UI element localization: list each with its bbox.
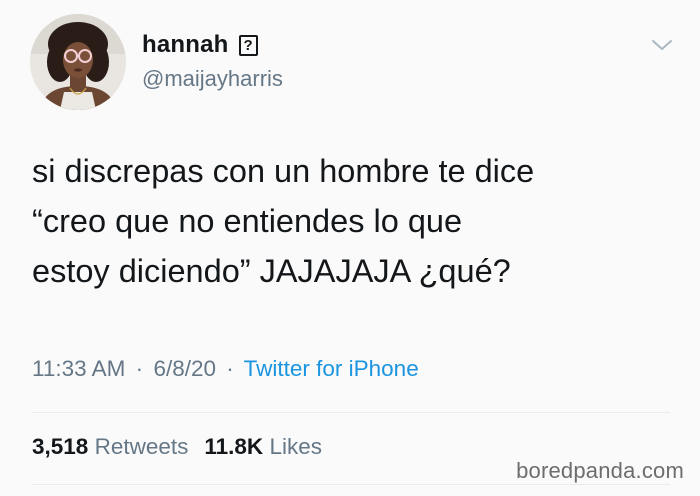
retweets-label: Retweets xyxy=(94,434,189,459)
unknown-emoji-icon: ? xyxy=(238,34,258,56)
divider xyxy=(32,484,670,485)
likes-stat[interactable]: 11.8K Likes xyxy=(204,434,322,459)
avatar[interactable] xyxy=(30,14,126,110)
tweet-source-link[interactable]: Twitter for iPhone xyxy=(244,356,419,381)
tweet-stats: 3,518 Retweets 11.8K Likes xyxy=(32,434,322,460)
likes-label: Likes xyxy=(269,434,322,459)
tweet-date[interactable]: 6/8/20 xyxy=(153,356,216,381)
retweets-count: 3,518 xyxy=(32,434,89,459)
user-name-row[interactable]: hannah ? xyxy=(142,30,258,60)
tweet-meta: 11:33 AM · 6/8/20 · Twitter for iPhone xyxy=(32,356,419,382)
retweets-stat[interactable]: 3,518 Retweets xyxy=(32,434,188,459)
watermark: boredpanda.com xyxy=(516,458,684,483)
meta-separator: · xyxy=(226,356,234,381)
user-handle[interactable]: @maijayharris xyxy=(142,66,283,92)
likes-count: 11.8K xyxy=(204,434,264,459)
tweet-time[interactable]: 11:33 AM xyxy=(32,356,125,381)
tweet-card: hannah ? @maijayharris si discrepas con … xyxy=(0,0,700,496)
display-name[interactable]: hannah xyxy=(142,31,229,59)
chevron-down-icon[interactable] xyxy=(650,36,674,54)
meta-separator: · xyxy=(135,356,144,381)
divider xyxy=(32,412,670,413)
tweet-text: si discrepas con un hombre te dice “creo… xyxy=(32,153,535,289)
